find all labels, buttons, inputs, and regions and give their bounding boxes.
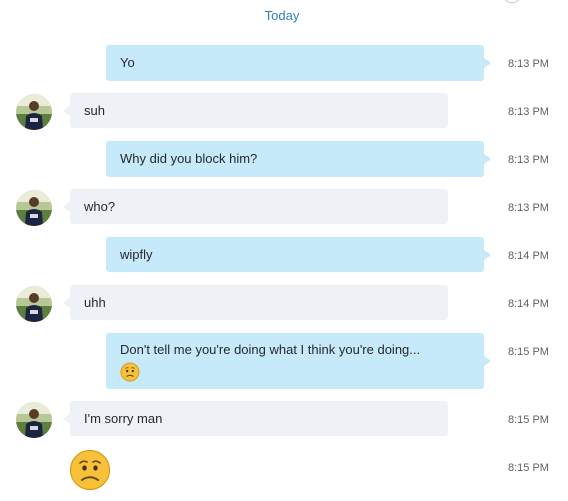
message-timestamp: 8:15 PM	[508, 346, 549, 358]
outgoing-message-bubble[interactable]: Yo	[106, 45, 491, 81]
message-timestamp: 8:13 PM	[508, 154, 549, 166]
incoming-message-bubble[interactable]: who?	[63, 189, 448, 224]
avatar-photo-icon	[16, 402, 52, 438]
outgoing-message-bubble[interactable]: Don't tell me you're doing what I think …	[106, 333, 491, 389]
message-timestamp: 8:15 PM	[508, 462, 549, 474]
message-timestamp: 8:13 PM	[508, 202, 549, 214]
incoming-message-bubble[interactable]: I'm sorry man	[63, 401, 448, 436]
message-text: Yo	[120, 55, 135, 70]
message-text: Why did you block him?	[120, 151, 258, 166]
contact-avatar[interactable]	[16, 190, 52, 226]
outgoing-message-bubble[interactable]: wipfly	[106, 237, 491, 272]
contact-avatar[interactable]	[16, 402, 52, 438]
message-text: who?	[84, 198, 116, 214]
worried-face-emoji-icon[interactable]	[69, 449, 111, 491]
avatar-photo-icon	[16, 286, 52, 322]
message-timestamp: 8:13 PM	[508, 58, 549, 70]
chat-conversation: Today Yo 8:13 PM suh 8:13 PM Why did you…	[0, 0, 568, 501]
message-timestamp: 8:14 PM	[508, 298, 549, 310]
message-timestamp: 8:13 PM	[508, 106, 549, 118]
incoming-message-bubble[interactable]: suh	[63, 93, 448, 128]
contact-avatar[interactable]	[16, 286, 52, 322]
date-separator: Today	[264, 8, 300, 23]
outgoing-message-bubble[interactable]: Why did you block him?	[106, 141, 491, 177]
scroll-top-indicator[interactable]	[503, 0, 521, 3]
message-text: uhh	[84, 294, 106, 310]
message-text: Don't tell me you're doing what I think …	[120, 342, 421, 357]
message-timestamp: 8:14 PM	[508, 250, 549, 262]
avatar-photo-icon	[16, 190, 52, 226]
incoming-message-bubble[interactable]: uhh	[63, 285, 448, 320]
message-text: I'm sorry man	[84, 410, 163, 426]
avatar-photo-icon	[16, 94, 52, 130]
worried-face-emoji-icon	[120, 362, 140, 382]
message-text: wipfly	[120, 246, 153, 262]
contact-avatar[interactable]	[16, 94, 52, 130]
message-timestamp: 8:15 PM	[508, 414, 549, 426]
message-text: suh	[84, 102, 105, 118]
